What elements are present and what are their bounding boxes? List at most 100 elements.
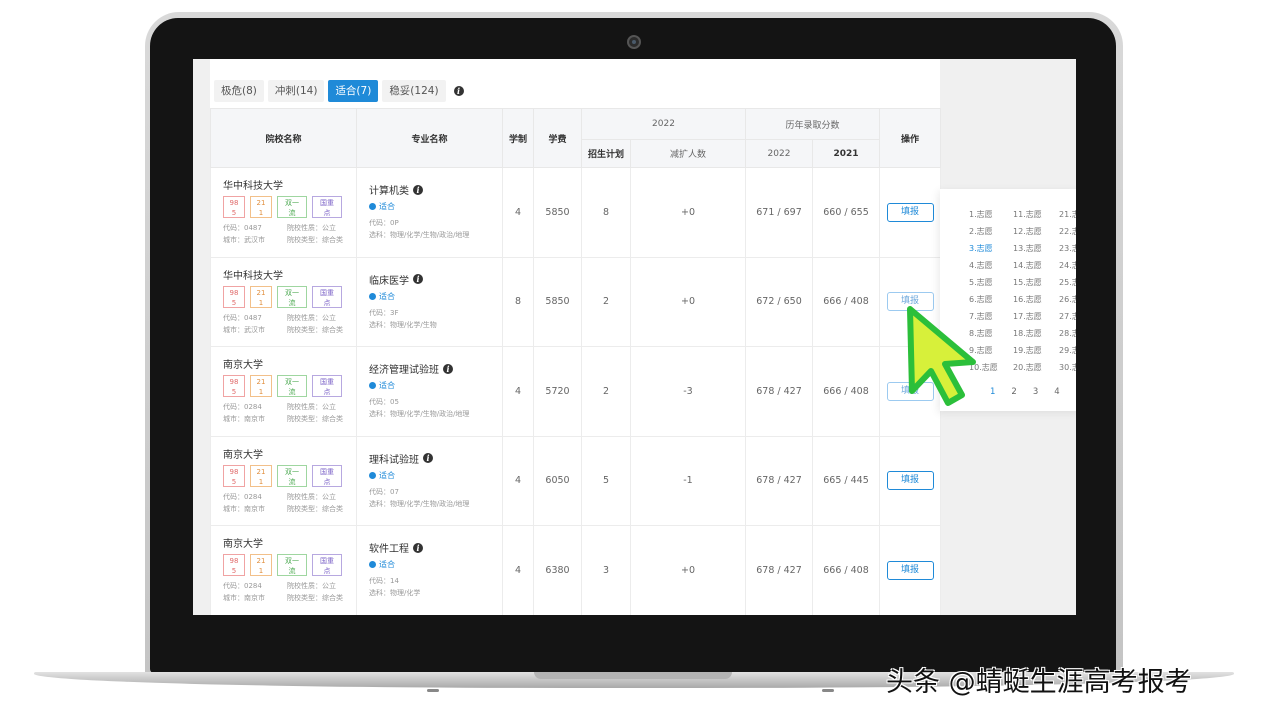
- watermark: 头条 @蜻蜓生涯高考报考: [886, 667, 1192, 698]
- change-cell: +0: [630, 167, 746, 258]
- info-icon[interactable]: i: [423, 453, 433, 463]
- major-cell: 理科试验班 i 适合 代码：07 选科：物理/化学/生物/政治/地理: [356, 435, 503, 526]
- major-subjects: 选科：物理/化学/生物/政治/地理: [369, 410, 470, 418]
- major-subjects: 选科：物理/化学: [369, 589, 421, 597]
- info-icon[interactable]: i: [413, 184, 423, 195]
- header-major: 专业名称: [356, 108, 503, 168]
- page-number[interactable]: 4: [1054, 387, 1059, 397]
- volunteer-option[interactable]: 11.志愿: [1013, 209, 1059, 222]
- tuition-cell: 5850: [533, 256, 582, 347]
- badge-double-first-class: 双一 流: [277, 285, 307, 308]
- major-label: 临床医学: [369, 275, 409, 287]
- volunteer-option[interactable]: 13.志愿: [1013, 243, 1059, 256]
- header-change: 减扩人数: [630, 139, 746, 168]
- school-cell: 华中科技大学 98 5 21 1 双一 流国重 点代码：0487 院校性质：公立 城市：武…: [210, 256, 357, 347]
- table-body: 华中科技大学 98 5 21 1 双一 流国重 点代码：0487 院校性质：公立 城市：武…: [210, 167, 942, 615]
- volunteer-option[interactable]: 28.志: [1059, 328, 1076, 341]
- duration-cell: 8: [502, 256, 534, 347]
- plan-cell: 2: [581, 256, 631, 347]
- major-name[interactable]: 经济管理试验班 i: [369, 361, 502, 376]
- volunteer-option[interactable]: 27.志: [1059, 311, 1076, 324]
- volunteer-option[interactable]: 29.志: [1059, 345, 1076, 358]
- info-icon[interactable]: i: [413, 542, 423, 553]
- fit-label: 适合: [379, 470, 395, 480]
- volunteer-option[interactable]: 19.志愿: [1013, 345, 1059, 358]
- tab-safe[interactable]: 稳妥(124): [382, 80, 446, 102]
- plan-cell: 2: [581, 346, 631, 437]
- school-name[interactable]: 南京大学: [223, 446, 356, 461]
- school-meta: 代码：0487 院校性质：公立 城市：武汉市 院校类型：综合类: [223, 222, 356, 246]
- change-cell: +0: [630, 256, 746, 347]
- page-number[interactable]: 1: [990, 387, 995, 397]
- laptop-foot: [822, 689, 834, 692]
- major-name[interactable]: 临床医学 i: [369, 272, 502, 287]
- volunteer-option[interactable]: 17.志愿: [1013, 311, 1059, 324]
- volunteer-option[interactable]: 26.志: [1059, 294, 1076, 307]
- volunteer-option[interactable]: 16.志愿: [1013, 294, 1059, 307]
- school-name[interactable]: 南京大学: [223, 535, 356, 550]
- school-name[interactable]: 华中科技大学: [223, 177, 356, 192]
- school-name[interactable]: 南京大学: [223, 356, 356, 371]
- volunteer-option[interactable]: 4.志愿: [969, 260, 1013, 273]
- results-table: 院校名称 专业名称 学制 学费 2022 历年录取分数 操作 招生计划 减扩人数…: [210, 108, 942, 615]
- badge-national-key: 国重 点: [312, 464, 342, 487]
- major-name[interactable]: 计算机类 i: [369, 182, 502, 197]
- major-code: 代码：05: [369, 398, 399, 406]
- badge-985: 98 5: [223, 196, 245, 218]
- tab-suitable[interactable]: 适合(7): [328, 80, 379, 102]
- tab-sprint[interactable]: 冲刺(14): [267, 80, 325, 102]
- school-type: 院校类型：综合类: [287, 325, 343, 334]
- school-name[interactable]: 华中科技大学: [223, 267, 356, 282]
- school-code: 代码：0284: [223, 403, 262, 411]
- status-dot-icon: [369, 203, 376, 210]
- duration-cell: 4: [502, 346, 534, 437]
- laptop-notch: [534, 672, 732, 679]
- tab-danger[interactable]: 极危(8): [214, 80, 264, 102]
- volunteer-option[interactable]: 24.志: [1059, 260, 1076, 273]
- tuition-cell: 5850: [533, 167, 582, 258]
- status-dot-icon: [369, 471, 376, 479]
- volunteer-option[interactable]: 5.志愿: [969, 277, 1013, 290]
- volunteer-option[interactable]: 3.志愿: [969, 243, 1013, 256]
- badge-double-first-class: 双一 流: [277, 375, 307, 397]
- info-icon[interactable]: i: [443, 363, 453, 374]
- volunteer-option[interactable]: 1.志愿: [969, 209, 1013, 222]
- badge-national-key: 国重 点: [312, 554, 342, 576]
- apply-button[interactable]: 填报: [886, 202, 934, 222]
- volunteer-option[interactable]: 23.志: [1059, 243, 1076, 256]
- school-meta: 代码：0487 院校性质：公立 城市：武汉市 院校类型：综合类: [223, 312, 356, 336]
- pointer-cursor-icon: [907, 306, 976, 406]
- volunteer-option[interactable]: 30.志: [1059, 362, 1076, 375]
- table-row: 华中科技大学 98 5 21 1 双一 流国重 点代码：0487 院校性质：公立 城市：武…: [210, 256, 942, 347]
- volunteer-option[interactable]: 2.志愿: [969, 226, 1013, 239]
- volunteer-option[interactable]: 15.志愿: [1013, 277, 1059, 290]
- volunteer-option[interactable]: 20.志愿: [1013, 362, 1059, 375]
- school-code: 代码：0487: [223, 224, 262, 232]
- duration-cell: 4: [502, 167, 534, 258]
- school-nature: 院校性质：公立: [287, 582, 336, 590]
- volunteer-option[interactable]: 21.志: [1059, 209, 1076, 222]
- badge-211: 21 1: [250, 464, 272, 487]
- fit-label: 适合: [379, 291, 395, 301]
- info-icon[interactable]: i: [453, 86, 464, 96]
- major-name[interactable]: 软件工程 i: [369, 540, 502, 555]
- page-number[interactable]: 2: [1011, 387, 1016, 397]
- school-nature: 院校性质：公立: [287, 403, 336, 411]
- badge-national-key: 国重 点: [312, 375, 342, 397]
- apply-button[interactable]: 填报: [886, 471, 934, 491]
- score-2022-cell: 678 / 427: [745, 435, 813, 526]
- laptop-foot: [427, 689, 439, 692]
- stage: 极危(8) 冲刺(14) 适合(7) 稳妥(124) i 院校名称 专业名称 学…: [0, 0, 1269, 714]
- fit-status: 适合: [369, 559, 502, 570]
- major-cell: 经济管理试验班 i 适合 代码：05 选科：物理/化学/生物/政治/地理: [356, 346, 503, 437]
- major-name[interactable]: 理科试验班 i: [369, 451, 502, 466]
- page-number[interactable]: 3: [1033, 387, 1038, 397]
- volunteer-option[interactable]: 18.志愿: [1013, 328, 1059, 341]
- volunteer-option[interactable]: 14.志愿: [1013, 260, 1059, 273]
- volunteer-option[interactable]: 22.志: [1059, 226, 1076, 239]
- volunteer-option[interactable]: 25.志: [1059, 277, 1076, 290]
- apply-button[interactable]: 填报: [886, 560, 934, 580]
- school-meta: 代码：0284 院校性质：公立 城市：南京市 院校类型：综合类: [223, 401, 356, 425]
- info-icon[interactable]: i: [413, 274, 423, 284]
- volunteer-option[interactable]: 12.志愿: [1013, 226, 1059, 239]
